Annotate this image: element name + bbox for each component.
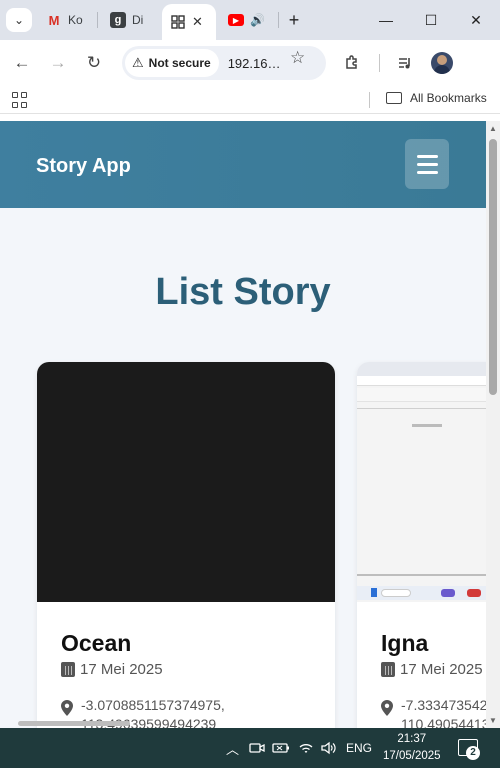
reload-icon[interactable]: ↻ — [82, 51, 106, 75]
story-card[interactable]: Ocean 17 Mei 2025 -3.0708851157374975, 1… — [37, 362, 335, 728]
tab-youtube[interactable]: ▶ 🔊 — [228, 6, 265, 34]
story-name: Ocean — [61, 630, 132, 656]
battery-icon[interactable] — [272, 728, 290, 768]
forward-arrow-icon[interactable]: → — [46, 51, 70, 75]
minimize-button[interactable]: — — [374, 8, 398, 32]
scrollbar-thumb[interactable] — [489, 139, 497, 395]
youtube-icon: ▶ — [228, 14, 244, 26]
all-bookmarks-label: All Bookmarks — [410, 91, 487, 105]
close-tab-icon[interactable]: ✕ — [192, 14, 203, 30]
system-clock[interactable]: 21:37 17/05/2025 — [383, 731, 441, 765]
new-tab-button[interactable]: + — [282, 8, 306, 32]
security-chip[interactable]: ⚠ Not secure — [125, 49, 219, 77]
audio-icon: 🔊 — [250, 13, 265, 27]
g-icon: g — [110, 12, 126, 28]
profile-avatar[interactable] — [431, 52, 453, 74]
hamburger-menu-button[interactable] — [405, 139, 449, 189]
maximize-button[interactable]: ☐ — [419, 8, 443, 32]
brand-title[interactable]: Story App — [36, 155, 131, 178]
volume-icon[interactable] — [320, 728, 338, 768]
tab-search-button[interactable]: ⌄ — [6, 8, 32, 32]
clock-date: 17/05/2025 — [383, 750, 441, 762]
calendar-icon — [61, 662, 75, 677]
scroll-up-icon[interactable]: ▲ — [488, 124, 498, 133]
page-title: List Story — [155, 271, 331, 313]
grid-icon — [170, 14, 186, 30]
browser-toolbar: ← → ↻ ⚠ Not secure 192.16… ☆ — [0, 40, 500, 86]
tab-strip: ⌄ M Ko g Di ✕ ▶ 🔊 + — ☐ ✕ — [0, 0, 500, 40]
extensions-icon[interactable] — [340, 51, 364, 75]
scroll-down-icon[interactable]: ▼ — [488, 716, 498, 725]
story-date-text: 17 Mei 2025 — [80, 661, 163, 678]
gmail-icon: M — [48, 12, 60, 28]
taskbar: ︿ ENG 21:37 17/05/2025 2 — [0, 728, 500, 768]
page-viewport: Story App List Story Ocean 17 Mei 2025 -… — [0, 121, 486, 728]
story-date: 17 Mei 2025 — [61, 661, 163, 678]
story-longitude: 110.49054413 — [401, 716, 486, 728]
story-location: -7.333473542 110.49054413 — [381, 696, 486, 728]
media-control-icon[interactable] — [393, 51, 417, 75]
story-card[interactable]: Igna 17 Mei 2025 -7.333473542 110.490544… — [357, 362, 486, 728]
show-hidden-icons[interactable]: ︿ — [226, 728, 239, 768]
tab-g[interactable]: g Di — [110, 6, 143, 34]
language-indicator[interactable]: ENG — [346, 728, 372, 768]
clock-time: 21:37 — [397, 733, 427, 745]
story-date-text: 17 Mei 2025 — [400, 661, 483, 678]
story-image — [357, 362, 486, 602]
tab-active[interactable]: ✕ — [162, 4, 216, 40]
camera-icon[interactable] — [249, 728, 265, 768]
vertical-scrollbar[interactable]: ▲ ▼ — [486, 121, 500, 728]
story-latitude: -7.333473542 — [401, 697, 486, 713]
story-date: 17 Mei 2025 — [381, 661, 483, 678]
app-header: Story App — [0, 121, 486, 208]
story-latitude: -3.0708851157374975, — [81, 697, 225, 713]
all-bookmarks-button[interactable]: All Bookmarks — [386, 91, 487, 105]
bookmarks-bar: All Bookmarks — [0, 86, 500, 114]
bookmark-star-icon[interactable]: ☆ — [290, 48, 305, 68]
wifi-icon[interactable] — [298, 728, 314, 768]
apps-grid-icon[interactable] — [12, 92, 28, 108]
map-pin-icon — [381, 700, 393, 716]
map-pin-icon — [61, 700, 73, 716]
back-arrow-icon[interactable]: ← — [10, 51, 34, 75]
security-label: Not secure — [148, 56, 211, 70]
tab-gmail[interactable]: M Ko — [46, 6, 83, 34]
folder-icon — [386, 92, 402, 104]
close-window-button[interactable]: ✕ — [464, 8, 488, 32]
story-image — [37, 362, 335, 602]
calendar-icon — [381, 662, 395, 677]
story-name: Igna — [381, 630, 429, 656]
url-text[interactable]: 192.16… — [228, 56, 281, 71]
tab-label: Ko — [68, 13, 83, 27]
horizontal-scrollbar[interactable] — [18, 721, 130, 726]
warning-icon: ⚠ — [132, 55, 144, 70]
notification-badge: 2 — [466, 746, 480, 760]
tab-label: Di — [132, 13, 144, 27]
